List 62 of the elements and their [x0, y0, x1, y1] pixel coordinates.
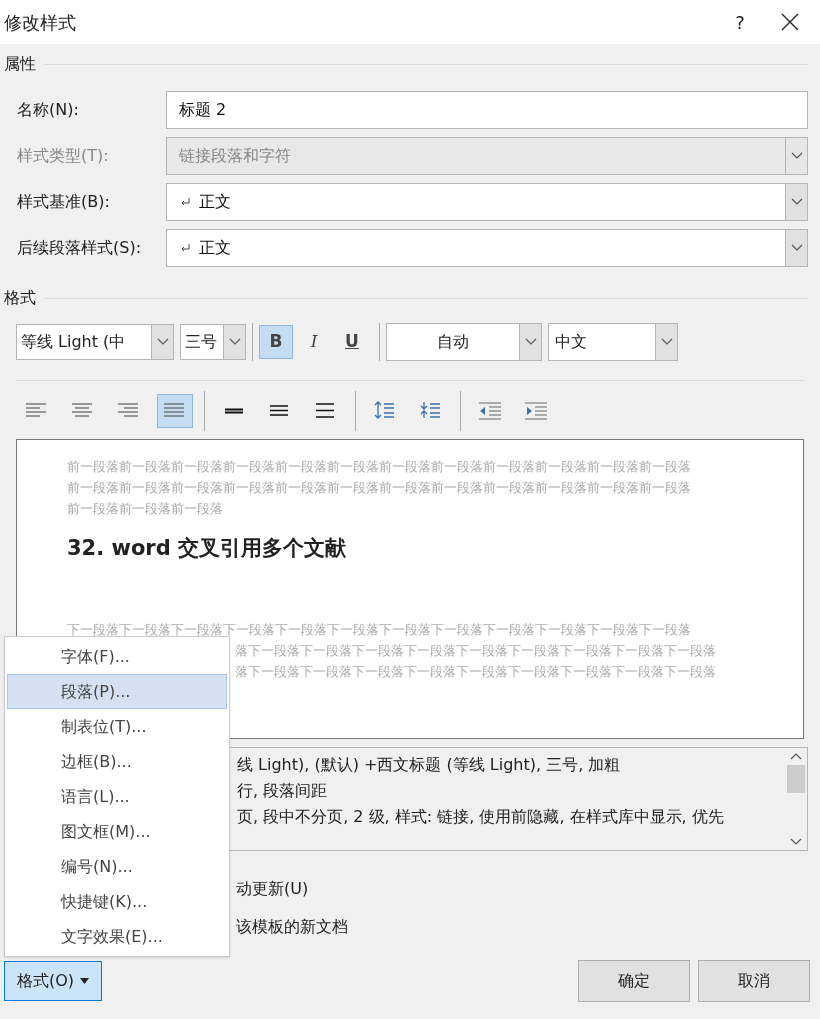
scroll-up-icon: [790, 752, 802, 760]
menu-item[interactable]: 边框(B)...: [7, 744, 227, 779]
chevron-down-icon: [156, 338, 169, 346]
field-label: 样式类型(T):: [16, 145, 110, 167]
menu-item[interactable]: 制表位(T)...: [7, 709, 227, 744]
description-text: 线 Light), (默认) +西文标题 (等线 Light), 三号, 加粗: [237, 754, 621, 776]
caret-icon: [80, 978, 90, 984]
menu-item[interactable]: 图文框(M)...: [7, 814, 227, 849]
underline-button[interactable]: U: [335, 325, 369, 359]
help-button[interactable]: ?: [720, 4, 760, 40]
ok-button[interactable]: 确定: [578, 960, 690, 1002]
cancel-button[interactable]: 取消: [698, 960, 810, 1002]
font-color-value: 自动: [436, 331, 470, 353]
option-label: 动更新(U): [236, 878, 309, 900]
italic-button[interactable]: I: [297, 325, 331, 359]
chevron-down-icon: [524, 338, 537, 346]
chevron-down-icon: [790, 152, 803, 160]
chevron-down-icon: [228, 338, 241, 346]
menu-item[interactable]: 段落(P)...: [7, 674, 227, 709]
style-dropdown[interactable]: 正文: [166, 183, 808, 221]
menu-item[interactable]: 编号(N)...: [7, 849, 227, 884]
size-dropdown[interactable]: 三号: [180, 324, 246, 360]
description-text: 行, 段落间距: [237, 780, 328, 802]
field-label: 后续段落样式(S):: [16, 237, 143, 259]
language-value: 中文: [554, 331, 588, 353]
bold-button[interactable]: B: [259, 325, 293, 359]
name-input[interactable]: 标题 2: [166, 91, 808, 129]
chevron-down-icon: [790, 244, 803, 252]
menu-item[interactable]: 字体(F)...: [7, 639, 227, 674]
scroll-down-icon: [790, 838, 802, 846]
language-dropdown[interactable]: 中文: [548, 323, 678, 361]
menu-item[interactable]: 语言(L)...: [7, 779, 227, 814]
indent-dec-icon: [478, 401, 502, 421]
menu-item[interactable]: 快捷键(K)...: [7, 884, 227, 919]
style-dropdown[interactable]: 正文: [166, 229, 808, 267]
chevron-down-icon: [660, 338, 673, 346]
font-dropdown[interactable]: 等线 Light (中: [16, 324, 174, 360]
field-value: 标题 2: [179, 99, 227, 121]
option-label: 该模板的新文档: [236, 916, 348, 938]
section-heading: 格式: [3, 287, 37, 309]
description-text: 页, 段中不分页, 2 级, 样式: 链接, 使用前隐藏, 在样式库中显示, 优先: [237, 806, 724, 828]
align-justify-button[interactable]: [157, 394, 193, 428]
space-inc-icon: [373, 401, 397, 421]
menu-item[interactable]: 文字效果(E)...: [7, 919, 227, 954]
field-value: 正文: [199, 237, 231, 259]
window-title: 修改样式: [4, 10, 77, 35]
indent-inc-icon: [524, 401, 548, 421]
field-value: 链接段落和字符: [179, 145, 291, 167]
field-label: 名称(N):: [16, 99, 80, 121]
font-name: 等线 Light (中: [20, 331, 127, 353]
field-label: 样式基准(B):: [16, 191, 111, 213]
chevron-down-icon: [790, 198, 803, 206]
section-heading: 属性: [3, 53, 37, 75]
scroll-thumb[interactable]: [787, 765, 805, 793]
format-menu-button[interactable]: 格式(O): [4, 961, 103, 1001]
single-icon: [225, 408, 243, 414]
close-icon: [781, 13, 799, 31]
font-size: 三号: [184, 331, 218, 353]
space-dec-icon: [419, 401, 443, 421]
font-color-dropdown[interactable]: 自动: [386, 323, 542, 361]
field-value: 正文: [199, 191, 231, 213]
sample-heading: 32. word 交叉引用多个文献: [67, 535, 347, 562]
